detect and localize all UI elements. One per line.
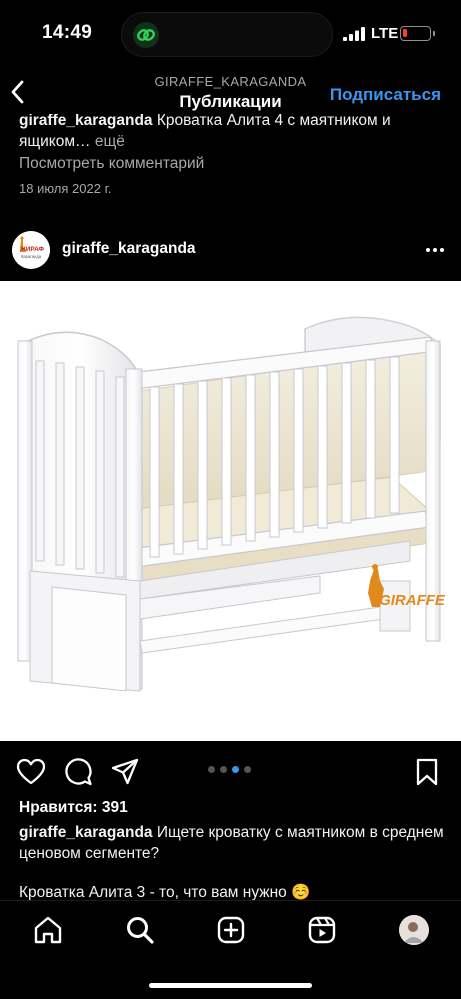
home-indicator xyxy=(149,983,312,988)
crib-image: GIRAFFE xyxy=(17,316,446,692)
status-time: 14:49 xyxy=(42,22,93,43)
more-link[interactable]: ещё xyxy=(91,133,125,150)
network-label: LTE xyxy=(371,25,399,42)
battery-icon xyxy=(400,26,431,41)
avatar[interactable]: ЖИРАФ Караганда xyxy=(12,231,50,269)
dynamic-island xyxy=(121,12,333,57)
save-bookmark-icon[interactable] xyxy=(412,757,442,787)
status-bar: 14:49 LTE xyxy=(0,0,461,66)
previous-post-date: 18 июля 2022 г. xyxy=(19,181,112,196)
follow-button[interactable]: Подписаться xyxy=(330,85,441,105)
avatar-brand: ЖИРАФ xyxy=(19,246,45,253)
nav-header: GIRAFFE_KARAGANDA Публикации Подписаться xyxy=(0,66,461,114)
watermark-brand: GIRAFFE xyxy=(379,592,446,609)
like-heart-icon[interactable] xyxy=(16,757,46,787)
reels-icon[interactable] xyxy=(307,915,337,945)
carousel-dot xyxy=(244,766,251,773)
profile-avatar[interactable] xyxy=(399,915,429,945)
post-actions xyxy=(0,754,461,788)
profile-photo-icon xyxy=(399,915,429,945)
home-icon[interactable] xyxy=(33,915,63,945)
create-post-icon[interactable] xyxy=(216,915,246,945)
carousel-dot xyxy=(232,766,239,773)
carousel-dot xyxy=(220,766,227,773)
carousel-indicator xyxy=(208,766,254,774)
battery-level xyxy=(403,29,407,37)
avatar-city: Караганда xyxy=(21,254,42,259)
post-photo[interactable]: GIRAFFE xyxy=(0,281,461,741)
battery-tip xyxy=(433,31,435,36)
view-comments-link[interactable]: Посмотреть комментарий xyxy=(19,155,204,173)
giraffe-logo-icon: ЖИРАФ Караганда xyxy=(12,231,50,269)
likes-count[interactable]: Нравится: 391 xyxy=(19,799,128,817)
comment-icon[interactable] xyxy=(63,757,93,787)
post-caption: giraffe_karaganda Ищете кроватку с маятн… xyxy=(19,822,444,864)
tab-bar xyxy=(0,900,461,999)
previous-post-username[interactable]: giraffe_karaganda xyxy=(19,112,153,129)
previous-post-caption: giraffe_karaganda Кроватка Алита 4 с мая… xyxy=(19,110,444,152)
post-header: ЖИРАФ Караганда giraffe_karaganda xyxy=(0,229,461,271)
search-icon[interactable] xyxy=(125,915,155,945)
carousel-dot xyxy=(208,766,215,773)
more-options-icon[interactable] xyxy=(425,241,445,259)
signal-icon xyxy=(343,27,365,41)
share-send-icon[interactable] xyxy=(110,757,140,787)
caption-username[interactable]: giraffe_karaganda xyxy=(19,824,153,841)
link-icon xyxy=(133,22,159,48)
post-username[interactable]: giraffe_karaganda xyxy=(62,240,196,258)
